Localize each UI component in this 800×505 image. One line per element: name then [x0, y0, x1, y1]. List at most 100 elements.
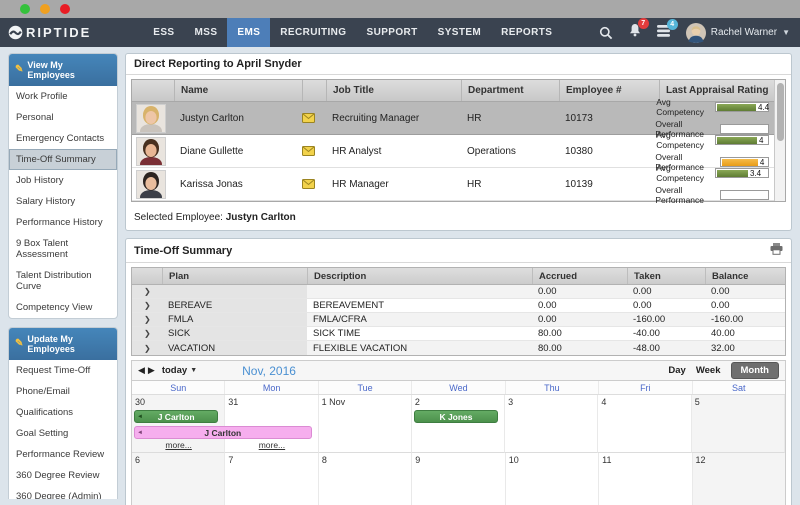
- calendar-cell[interactable]: 6: [132, 453, 225, 505]
- printer-icon[interactable]: [770, 243, 783, 258]
- nav-item-reports[interactable]: REPORTS: [491, 18, 562, 47]
- sidebar-section-title: View My Employees: [27, 60, 111, 80]
- calendar-view-button-week[interactable]: Week: [696, 365, 721, 376]
- expand-chevron-icon[interactable]: ❯: [144, 329, 151, 338]
- employee-row[interactable]: Karissa JonasHR ManagerHR10139Avg Compet…: [132, 168, 785, 201]
- timeoff-row[interactable]: ❯FMLAFMLA/CFRA0.00-160.00-160.00: [132, 313, 785, 327]
- sidebar-item[interactable]: Talent Distribution Curve: [9, 265, 117, 297]
- calendar-day-header: Tue: [319, 381, 412, 394]
- timeoff-row[interactable]: ❯0.000.000.00: [132, 285, 785, 299]
- calendar-cell[interactable]: 1 Nov: [319, 395, 412, 453]
- sidebar-item[interactable]: Emergency Contacts: [9, 128, 117, 149]
- calendar-cell[interactable]: 8: [319, 453, 412, 505]
- expand-chevron-icon[interactable]: ❯: [144, 287, 151, 296]
- timeoff-row[interactable]: ❯VACATIONFLEXIBLE VACATION80.00-48.0032.…: [132, 341, 785, 355]
- sidebar-item[interactable]: Competency View: [9, 297, 117, 318]
- sidebar-item[interactable]: Request Time-Off: [9, 360, 117, 381]
- calendar-date: 12: [696, 455, 706, 465]
- calendar-cell[interactable]: 9: [412, 453, 505, 505]
- calendar-month-title: Nov, 2016: [242, 364, 296, 378]
- rating-bar: 3.4: [715, 168, 769, 178]
- messages-button[interactable]: 4: [657, 24, 671, 42]
- sidebar-item[interactable]: Qualifications: [9, 402, 117, 423]
- traffic-light-orange[interactable]: [40, 4, 50, 14]
- expand-cell: ❯: [132, 327, 162, 340]
- table-scrollbar[interactable]: [774, 80, 785, 201]
- calendar-day-header: Sun: [132, 381, 225, 394]
- calendar-cell[interactable]: 11: [599, 453, 692, 505]
- notifications-button[interactable]: 7: [628, 23, 642, 42]
- traffic-light-green[interactable]: [20, 4, 30, 14]
- calendar-today-button[interactable]: today ▼: [162, 365, 197, 376]
- timeoff-panel: Time-Off Summary PlanDescriptionAccruedT…: [125, 238, 792, 505]
- nav-item-system[interactable]: SYSTEM: [428, 18, 492, 47]
- sidebar-item[interactable]: Salary History: [9, 191, 117, 212]
- calendar-cell[interactable]: 4: [598, 395, 691, 453]
- calendar-more-link[interactable]: more...: [132, 440, 225, 450]
- calendar-day-header: Mon: [225, 381, 318, 394]
- brand-logo[interactable]: RIPTIDE: [8, 18, 91, 47]
- rating-bar: 4.4: [715, 102, 769, 112]
- user-menu[interactable]: Rachel Warner ▼: [686, 23, 790, 43]
- sidebar-item[interactable]: 360 Degree (Admin): [9, 486, 117, 499]
- email-icon[interactable]: [302, 113, 326, 123]
- calendar-prev-icon[interactable]: ◀: [138, 366, 145, 375]
- traffic-light-red[interactable]: [60, 4, 70, 14]
- calendar-view-button-day[interactable]: Day: [668, 365, 685, 376]
- calendar-cell[interactable]: 3: [505, 395, 598, 453]
- calendar-more-link[interactable]: more...: [225, 440, 318, 450]
- calendar-view-button-month[interactable]: Month: [731, 362, 780, 379]
- description-cell: SICK TIME: [307, 328, 532, 339]
- expand-chevron-icon[interactable]: ❯: [144, 315, 151, 324]
- timeoff-row[interactable]: ❯BEREAVEBEREAVEMENT0.000.000.00: [132, 299, 785, 313]
- nav-item-ems[interactable]: EMS: [227, 18, 270, 47]
- sidebar-item[interactable]: Time-Off Summary: [9, 149, 117, 170]
- calendar-event-label: K Jones: [439, 412, 472, 422]
- expand-chevron-icon[interactable]: ❯: [144, 301, 151, 310]
- sidebar-item[interactable]: Personal: [9, 107, 117, 128]
- calendar-cell[interactable]: 10: [506, 453, 599, 505]
- sidebar-section: ✎Update My EmployeesRequest Time-OffPhon…: [8, 327, 118, 499]
- sidebar-item[interactable]: Goal Setting: [9, 423, 117, 444]
- timeoff-table-body: ❯0.000.000.00❯BEREAVEBEREAVEMENT0.000.00…: [132, 285, 785, 355]
- calendar-cell[interactable]: 12: [693, 453, 785, 505]
- nav-item-mss[interactable]: MSS: [185, 18, 228, 47]
- calendar-date: 3: [508, 397, 513, 407]
- employee-name: Diane Gullette: [174, 146, 302, 157]
- calendar-cell[interactable]: 7: [225, 453, 318, 505]
- calendar-day-header-row: SunMonTueWedThuFriSat: [132, 381, 785, 395]
- sidebar-item[interactable]: Work Profile: [9, 86, 117, 107]
- email-icon[interactable]: [302, 146, 326, 156]
- email-icon[interactable]: [302, 179, 326, 189]
- app-window: RIPTIDE ESSMSSEMSRECRUITINGSUPPORTSYSTEM…: [0, 0, 800, 505]
- expand-cell: ❯: [132, 285, 162, 298]
- nav-item-recruiting[interactable]: RECRUITING: [270, 18, 356, 47]
- sidebar-section-header[interactable]: ✎View My Employees: [9, 54, 117, 86]
- search-icon[interactable]: [599, 26, 613, 40]
- header-cell-plan: Plan: [162, 268, 307, 284]
- sidebar-item[interactable]: Performance Review: [9, 444, 117, 465]
- department-cell: Operations: [461, 146, 559, 157]
- sidebar-item[interactable]: 9 Box Talent Assessment: [9, 233, 117, 265]
- nav-item-support[interactable]: SUPPORT: [357, 18, 428, 47]
- calendar-next-icon[interactable]: ▶: [148, 366, 155, 375]
- calendar-event[interactable]: K Jones: [414, 410, 498, 423]
- calendar-event[interactable]: ◄J Carlton: [134, 426, 312, 439]
- timeoff-row[interactable]: ❯SICKSICK TIME80.00-40.0040.00: [132, 327, 785, 341]
- calendar-cell[interactable]: 2: [412, 395, 505, 453]
- calendar-date: 9: [415, 455, 420, 465]
- sidebar-section-header[interactable]: ✎Update My Employees: [9, 328, 117, 360]
- nav-item-ess[interactable]: ESS: [143, 18, 184, 47]
- sidebar-item[interactable]: Performance History: [9, 212, 117, 233]
- sidebar-item[interactable]: Job History: [9, 170, 117, 191]
- sidebar-item[interactable]: 360 Degree Review: [9, 465, 117, 486]
- notification-badge: 7: [638, 18, 649, 29]
- calendar-toolbar: ◀ ▶ today ▼ Nov, 2016 Day Week Month: [132, 361, 785, 381]
- header-cell-employee-number: Employee #: [559, 80, 659, 101]
- expand-chevron-icon[interactable]: ❯: [144, 344, 151, 353]
- scrollbar-thumb[interactable]: [777, 83, 784, 141]
- calendar-event[interactable]: ◄J Carlton: [134, 410, 218, 423]
- calendar-cell[interactable]: 5: [692, 395, 785, 453]
- plan-cell: VACATION: [162, 341, 307, 355]
- sidebar-item[interactable]: Phone/Email: [9, 381, 117, 402]
